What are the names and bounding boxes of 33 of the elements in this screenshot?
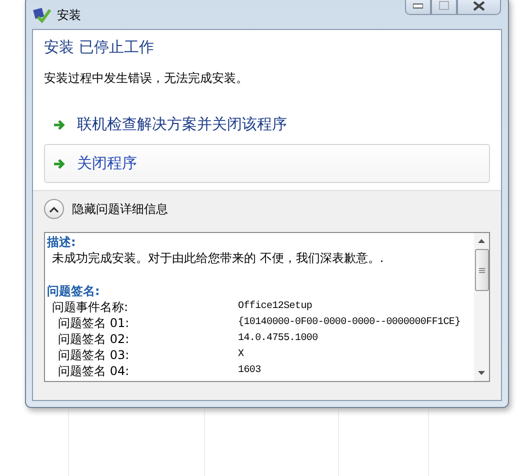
window-title: 安装 <box>57 6 81 24</box>
field-value: Office12Setup <box>238 300 312 314</box>
toggle-label: 隐藏问题详细信息 <box>72 200 168 218</box>
dialog-heading: 安装 已停止工作 <box>44 38 155 57</box>
section-heading: 问题签名: <box>47 283 101 299</box>
maximize-icon <box>439 1 449 10</box>
arrow-icon <box>53 118 67 130</box>
error-message: 安装过程中发生错误，无法完成安装。 <box>44 70 249 87</box>
description-text: 未成功完成安装。对于由此给您带来的 不便，我们深表歉意。. <box>51 250 385 266</box>
installer-icon <box>33 7 51 23</box>
field-value: {10140000-0F00-0000-0000--0000000FF1CE} <box>238 316 460 330</box>
field-value: 1603 <box>238 364 261 378</box>
scrollbar[interactable] <box>474 233 489 381</box>
arrow-icon <box>53 158 67 170</box>
scroll-up-icon[interactable] <box>478 238 485 243</box>
collapse-button[interactable] <box>44 199 64 219</box>
field-value: X <box>238 348 244 362</box>
field-label: 问题签名 02: <box>57 331 130 347</box>
close-icon <box>473 0 485 10</box>
section-heading: 描述: <box>47 234 77 250</box>
scroll-down-icon[interactable] <box>478 371 485 376</box>
chevron-icon <box>49 206 59 212</box>
close-button[interactable] <box>457 0 501 15</box>
minimize-icon <box>413 2 423 8</box>
field-label: 问题签名 01: <box>57 315 130 331</box>
field-label: 问题事件名称: <box>51 299 130 315</box>
field-label: 问题签名 03: <box>57 347 130 363</box>
minimize-button[interactable] <box>405 0 431 15</box>
command-link[interactable]: 关闭程序 <box>44 144 490 183</box>
field-value: 14.0.4755.1000 <box>238 332 318 346</box>
command-link[interactable]: 联机检查解决方案并关闭该程序 <box>44 105 490 144</box>
grip-icon <box>478 268 484 272</box>
field-label: 问题签名 04: <box>57 363 130 379</box>
